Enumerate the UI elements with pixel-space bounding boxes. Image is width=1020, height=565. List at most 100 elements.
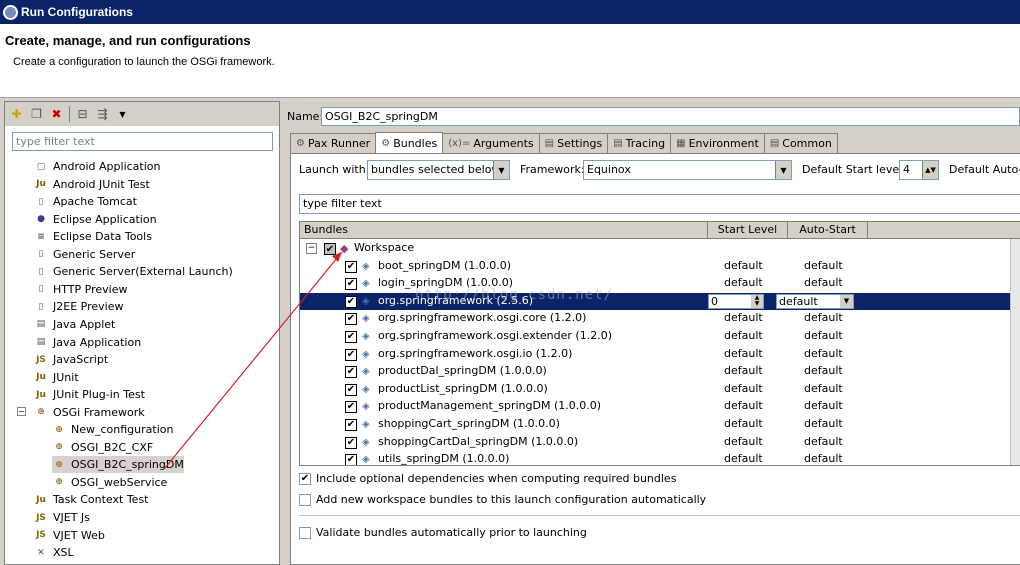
chevron-down-icon[interactable]: ▼ (493, 161, 509, 179)
tab-pax-runner[interactable]: ⚙ Pax Runner (290, 133, 377, 153)
option-validate-bundles[interactable]: Validate bundles automatically prior to … (299, 526, 587, 539)
workspace-row[interactable]: − ✔ ◆ Workspace (300, 240, 1020, 258)
bundle-checkbox[interactable]: ✔ (345, 454, 357, 465)
new-config-icon[interactable]: ✚ (9, 107, 24, 122)
bundle-checkbox[interactable]: ✔ (345, 348, 357, 361)
tree-item[interactable]: JS JavaScript (34, 351, 108, 368)
start-level[interactable]: default (724, 311, 763, 324)
spinner-arrows-icon[interactable]: ▲▼ (751, 294, 763, 308)
tab-environment[interactable]: ▦ Environment (670, 133, 765, 153)
tree-item[interactable]: ⊕ New_configuration (52, 421, 173, 438)
tab-arguments[interactable]: (x)= Arguments (442, 133, 540, 153)
tree-item[interactable]: JS VJET Web (34, 527, 105, 544)
duplicate-icon[interactable]: ❐ (29, 107, 44, 122)
table-row[interactable]: ✔ ◈ org.springframework.osgi.io (1.2.0) def… (300, 346, 1020, 364)
tree-item[interactable]: Ju Task Context Test (34, 491, 148, 508)
tree-item[interactable]: ≡ Eclipse Data Tools (34, 228, 152, 245)
table-row[interactable]: ✔ ◈ productDal_springDM (1.0.0.0) default de… (300, 363, 1020, 381)
tree-item[interactable]: ● Eclipse Application (34, 211, 157, 228)
tree-item[interactable]: − ⊕ OSGi Framework (17, 404, 145, 421)
col-auto-start[interactable]: Auto-Start (788, 222, 868, 238)
tree-item[interactable]: ▯ Apache Tomcat (34, 193, 137, 210)
col-start-level[interactable]: Start Level (708, 222, 788, 238)
auto-start[interactable]: default (804, 276, 843, 289)
bundle-checkbox[interactable]: ✔ (345, 419, 357, 431)
tree-item[interactable]: ⊕ OSGI_webService (52, 474, 167, 491)
tree-item[interactable]: ▤ Java Application (34, 334, 141, 351)
collapse-icon[interactable]: − (17, 406, 26, 416)
table-row[interactable]: ✔ ◈ org.springframework.osgi.extender (1.2… (300, 328, 1020, 346)
start-level[interactable]: default (724, 417, 763, 430)
auto-start[interactable]: default (804, 347, 843, 360)
collapse-icon[interactable]: − (306, 243, 317, 254)
add-new-bundles-checkbox[interactable] (299, 493, 311, 506)
tree-item[interactable]: ▢ Android Application (34, 158, 161, 175)
validate-bundles-checkbox[interactable] (299, 526, 311, 539)
start-level[interactable]: default (724, 276, 763, 289)
table-row[interactable]: ✔ ◈ org.springframework (2.5.6) 0 ▲ ▼ default ▼ (300, 292, 1020, 311)
option-add-new-bundles[interactable]: Add new workspace bundles to this launch… (299, 493, 706, 506)
bundle-checkbox[interactable]: ✔ (345, 331, 357, 343)
tree-item[interactable]: ▯ HTTP Preview (34, 281, 128, 298)
start-level[interactable]: default (724, 435, 763, 448)
workspace-checkbox[interactable]: ✔ (324, 243, 336, 255)
table-scrollbar[interactable] (1010, 239, 1020, 465)
start-level[interactable]: default (724, 382, 763, 395)
framework-select[interactable]: Equinox ▼ (583, 160, 792, 180)
start-level-spinner[interactable]: 0 ▲ ▼ (708, 293, 764, 309)
table-row[interactable]: ✔ ◈ productList_springDM (1.0.0.0) default d… (300, 381, 1020, 399)
bundle-checkbox[interactable]: ✔ (345, 366, 357, 379)
table-row[interactable]: ✔ ◈ boot_springDM (1.0.0.0) default default (300, 258, 1020, 276)
bundle-filter-input[interactable]: type filter text (299, 194, 1020, 214)
chevron-down-icon[interactable]: ▼ (775, 161, 791, 179)
collapse-all-icon[interactable]: ⊟ (75, 107, 90, 122)
auto-start[interactable]: default (804, 417, 843, 430)
start-level[interactable]: default (724, 364, 763, 377)
spinner-arrows-icon[interactable]: ▲▼ (922, 161, 938, 179)
bundle-checkbox[interactable]: ✔ (345, 313, 357, 326)
auto-start[interactable]: default (804, 311, 843, 324)
table-row[interactable]: ✔ ◈ login_springDM (1.0.0.0) default default (300, 275, 1020, 293)
option-include-optional[interactable]: ✔ Include optional dependencies when com… (299, 472, 676, 485)
tree-item[interactable]: ⊕ OSGI_B2C_springDM (52, 456, 184, 474)
auto-start[interactable]: default (804, 452, 843, 465)
tree-item[interactable]: Ju JUnit (34, 369, 79, 386)
bundle-checkbox[interactable]: ✔ (345, 401, 357, 414)
auto-start[interactable]: default (804, 364, 843, 377)
table-row[interactable]: ✔ ◈ org.springframework.osgi.core (1.2.0) d… (300, 310, 1020, 328)
name-field[interactable]: OSGI_B2C_springDM (321, 107, 1020, 126)
view-menu-icon[interactable]: ▼ (115, 107, 130, 122)
auto-start[interactable]: default (804, 399, 843, 412)
bundle-checkbox[interactable]: ✔ (345, 278, 357, 291)
tree-item[interactable]: ▤ Java Applet (34, 316, 116, 333)
tree-item[interactable]: ▯ J2EE Preview (34, 298, 124, 315)
table-row[interactable]: ✔ ◈ productManagement_springDM (1.0.0.0) de… (300, 398, 1020, 416)
bundle-checkbox[interactable]: ✔ (345, 383, 357, 396)
auto-start[interactable]: default (804, 259, 843, 272)
include-optional-checkbox[interactable]: ✔ (299, 472, 311, 485)
tab-bundles[interactable]: ⚙ Bundles (375, 132, 444, 153)
chevron-down-icon[interactable]: ▼ (840, 294, 853, 308)
tree-item[interactable]: JS VJET Js (34, 509, 90, 526)
auto-start[interactable]: default (804, 382, 843, 395)
filter-icon[interactable]: ⇶ (95, 107, 110, 122)
delete-icon[interactable]: ✖ (49, 107, 64, 122)
auto-start[interactable]: default (804, 329, 843, 342)
launch-with-select[interactable]: bundles selected below ▼ (367, 160, 510, 180)
tab-settings[interactable]: ▤ Settings (538, 133, 609, 153)
table-row[interactable]: ✔ ◈ shoppingCart_springDM (1.0.0.0) default… (300, 416, 1020, 434)
bundle-checkbox[interactable]: ✔ (345, 436, 357, 449)
config-filter-input[interactable]: type filter text (12, 132, 273, 151)
tab-common[interactable]: ▤ Common (763, 133, 838, 153)
tree-item[interactable]: Ju JUnit Plug-in Test (34, 386, 145, 403)
bundle-checkbox[interactable]: ✔ (345, 295, 357, 308)
start-level[interactable]: default (724, 452, 763, 465)
table-row[interactable]: ✔ ◈ shoppingCartDal_springDM (1.0.0.0) defa… (300, 434, 1020, 452)
tree-item[interactable]: ▯ Generic Server(External Launch) (34, 263, 233, 280)
tree-item[interactable]: ▯ Generic Server (34, 246, 136, 263)
table-row[interactable]: ✔ ◈ utils_springDM (1.0.0.0) default default (300, 451, 1020, 465)
tab-tracing[interactable]: ▤ Tracing (607, 133, 672, 153)
start-level[interactable]: default (724, 329, 763, 342)
start-level[interactable]: default (724, 347, 763, 360)
auto-start-select[interactable]: default ▼ (776, 293, 854, 309)
